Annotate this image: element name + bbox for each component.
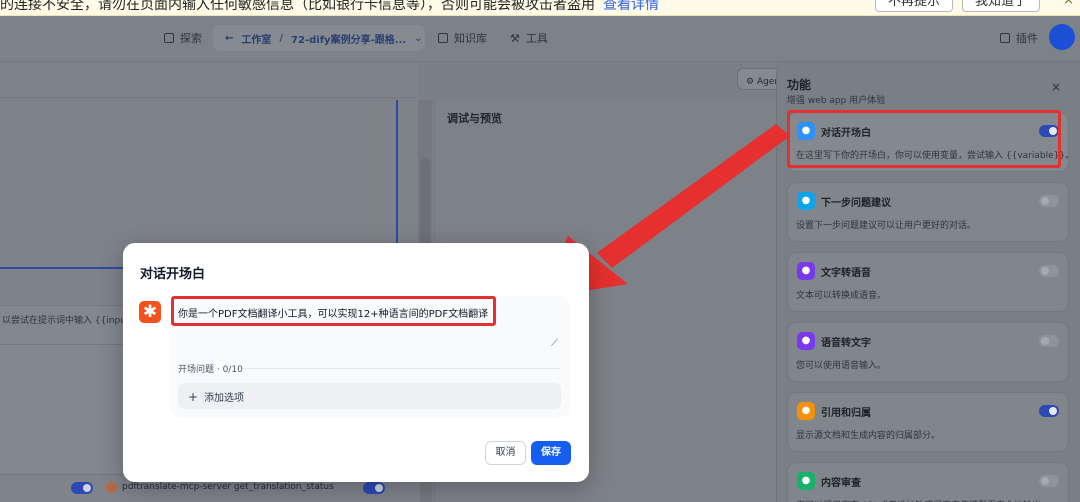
feature-description: 文本可以转换成语音。 xyxy=(796,291,887,301)
plus-icon: + xyxy=(188,390,199,404)
nav-knowledge[interactable]: 知识库 xyxy=(438,30,487,46)
close-icon[interactable]: × xyxy=(1051,80,1061,94)
features-subtitle: 增强 web app 用户体验 xyxy=(787,96,886,106)
banner-ack-button[interactable]: 我知道了 xyxy=(962,0,1041,12)
divider xyxy=(243,368,561,369)
top-navigation: 探索 ← 工作室 / 72-dify案例分享-跟格... ⌄ 知识库 ⚒ 工具 … xyxy=(0,16,1080,62)
feature-name: 引用和归属 xyxy=(821,408,871,419)
feature-description: 显示源文档和生成内容的归属部分。 xyxy=(796,431,941,441)
banner-dismiss-button[interactable]: 不再提示 xyxy=(875,0,954,12)
feature-name: 文字转语音 xyxy=(821,268,871,279)
feature-card xyxy=(787,322,1069,382)
feature-card xyxy=(787,182,1069,242)
banner-close-icon[interactable]: × xyxy=(1063,0,1074,8)
feature-name: 下一步问题建议 xyxy=(821,198,891,209)
database-icon xyxy=(438,33,448,43)
feature-highlight-box xyxy=(787,110,1061,168)
feature-card xyxy=(787,392,1069,452)
microphone-icon: ● xyxy=(797,332,815,350)
tools-icon: ⚒ xyxy=(510,31,520,45)
feature-card xyxy=(787,252,1069,312)
feature-description: 您可以使用语音输入。 xyxy=(796,361,887,371)
opening-questions-label: 开场问题 · 0/10 xyxy=(178,365,243,375)
input-highlight-box xyxy=(171,296,496,326)
plugin-icon xyxy=(1000,33,1010,43)
feature-toggle[interactable] xyxy=(1039,405,1059,417)
plugin-tool-icon xyxy=(106,482,117,493)
nav-tools[interactable]: ⚒ 工具 xyxy=(510,30,548,46)
nav-explore[interactable]: 探索 xyxy=(164,30,202,46)
resize-handle-icon[interactable]: ⟋ xyxy=(551,338,558,349)
back-arrow-icon[interactable]: ← xyxy=(225,33,233,44)
dialog-title: 对话开场白 xyxy=(140,267,206,282)
feature-description: 您可以调用审查 API 或者维护敏感词库来使模型更安全地输出。 xyxy=(796,498,1050,502)
feature-toggle[interactable] xyxy=(1039,265,1059,277)
feature-toggle[interactable] xyxy=(1039,475,1059,487)
message-icon: ● xyxy=(797,192,815,210)
preview-title: 调试与预览 xyxy=(447,112,502,125)
features-title: 功能 xyxy=(787,78,812,92)
opening-statement-dialog: 对话开场白 ✱ 你是一个PDF文档翻译小工具，可以实现12+种语言间的PDF文档… xyxy=(123,243,589,482)
feature-name: 内容审查 xyxy=(821,478,861,489)
tool-toggle-left[interactable] xyxy=(71,482,93,494)
banner-text: 的连接不安全，请勿在页面内输入任何敏感信息（比如银行卡信息等），否则可能会被攻击… xyxy=(0,0,659,14)
nav-studio-breadcrumb[interactable]: ← 工作室 / 72-dify案例分享-跟格... ⌄ xyxy=(213,25,425,51)
citation-icon: ● xyxy=(797,402,815,420)
feature-toggle[interactable] xyxy=(1039,195,1059,207)
explore-icon xyxy=(164,33,174,43)
security-warning-banner: 的连接不安全，请勿在页面内输入任何敏感信息（比如银行卡信息等），否则可能会被攻击… xyxy=(0,0,1080,16)
app-name[interactable]: 72-dify案例分享-跟格... xyxy=(291,31,406,46)
feature-description: 设置下一步问题建议可以让用户更好的对话。 xyxy=(796,221,977,231)
chevron-down-icon[interactable]: ⌄ xyxy=(414,33,422,44)
shield-icon: ● xyxy=(797,472,815,490)
feature-toggle[interactable] xyxy=(1039,335,1059,347)
tool-name: pdftranslate-mcp-server get_translation_… xyxy=(122,482,334,492)
asterisk-icon: ✱ xyxy=(139,301,161,323)
avatar[interactable] xyxy=(1049,24,1075,50)
text-to-speech-icon: ● xyxy=(797,262,815,280)
gear-icon: ⚙ xyxy=(746,77,757,87)
nav-plugins[interactable]: 插件 xyxy=(1000,30,1038,46)
save-button[interactable]: 保存 xyxy=(531,441,571,465)
tool-toggle-right[interactable] xyxy=(363,482,385,494)
cancel-button[interactable]: 取消 xyxy=(485,441,526,465)
banner-details-link[interactable]: 查看详情 xyxy=(603,0,659,13)
prompt-input-hint: 以尝试在提示词中输入 {{input}} xyxy=(2,316,141,326)
feature-name: 语音转文字 xyxy=(821,338,871,349)
add-option-button[interactable]: + 添加选项 xyxy=(178,383,561,409)
